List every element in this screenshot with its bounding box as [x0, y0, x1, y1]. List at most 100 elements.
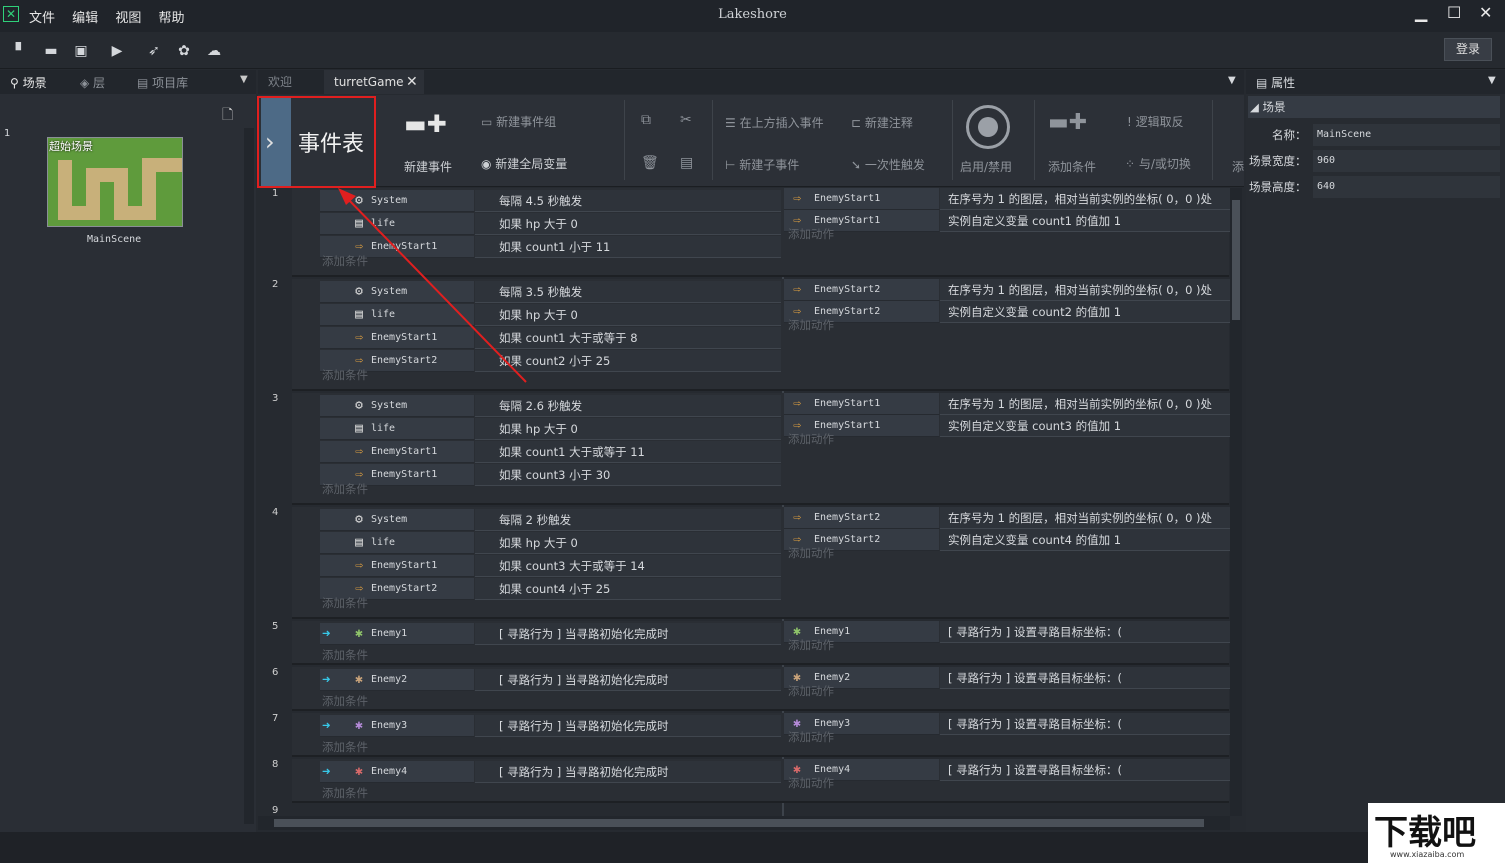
action-text[interactable]: 在序号为 1 的图层，相对当前实例的坐标( 0，0 )处 [940, 188, 1230, 210]
add-action-link[interactable]: 添加动作 [788, 775, 834, 791]
properties-section[interactable]: ◢ 场景 [1250, 99, 1286, 115]
gear-icon: ⚙ [355, 398, 363, 413]
close-button[interactable]: ✕ [1479, 3, 1492, 22]
open-folder-icon[interactable]: ▬ [42, 42, 60, 60]
add-action-link[interactable]: 添加动作 [788, 226, 834, 242]
invert-button[interactable]: ! 逻辑取反 [1127, 113, 1184, 130]
action-text[interactable]: 在序号为 1 的图层，相对当前实例的坐标( 0，0 )处 [940, 393, 1230, 415]
condition-text[interactable]: 如果 hp 大于 0 [475, 532, 781, 554]
add-condition-link[interactable]: 添加条件 [322, 595, 368, 611]
debug-icon[interactable]: ✿ [175, 42, 193, 60]
and-or-button[interactable]: ⁘ 与/或切换 [1125, 155, 1191, 172]
add-condition-button[interactable]: 添加条件 [1048, 158, 1096, 175]
tab-layers[interactable]: ◈ 层 [80, 74, 105, 91]
new-event-button[interactable]: 新建事件 [404, 158, 452, 175]
add-condition-link[interactable]: 添加条件 [322, 481, 368, 497]
add-condition-link[interactable]: 添加条件 [322, 693, 368, 709]
add-condition-link[interactable]: 添加条件 [322, 253, 368, 269]
tab-scene[interactable]: ⚲ 场景 [10, 74, 47, 91]
left-scrollbar[interactable] [244, 128, 254, 824]
action-text[interactable]: [ 寻路行为 ] 设置寻路目标坐标：( [940, 667, 1230, 689]
properties-dropdown-icon[interactable]: ▼ [1488, 75, 1496, 86]
sheet-hscrollbar[interactable] [258, 816, 1230, 830]
tab-properties[interactable]: ▤ 属性 [1256, 74, 1295, 91]
condition-text[interactable]: [ 寻路行为 ] 当寻路初始化完成时 [475, 715, 781, 737]
condition-object: ▤ life [320, 418, 474, 440]
condition-text[interactable]: 如果 count3 大于或等于 14 [475, 555, 781, 577]
add-action-link[interactable]: 添加动作 [788, 317, 834, 333]
condition-text[interactable]: 如果 count4 小于 25 [475, 578, 781, 600]
condition-text[interactable]: 如果 hp 大于 0 [475, 213, 781, 235]
cloud-upload-icon[interactable]: ☁ [205, 42, 223, 60]
condition-text[interactable]: 如果 count1 小于 11 [475, 236, 781, 258]
new-global-var-button[interactable]: ◉ 新建全局变量 [481, 155, 567, 172]
action-text[interactable]: 实例自定义变量 count4 的值加 1 [940, 529, 1230, 551]
condition-text[interactable]: 如果 count1 大于或等于 11 [475, 441, 781, 463]
new-sub-event-button[interactable]: ⊢ 新建子事件 [725, 156, 799, 173]
cut-icon[interactable]: ✂ [680, 112, 692, 128]
add-action-link[interactable]: 添加动作 [788, 637, 834, 653]
once-trigger-button[interactable]: ➘ 一次性触发 [851, 156, 925, 173]
condition-text[interactable]: 每隔 3.5 秒触发 [475, 281, 781, 303]
add-condition-link[interactable]: 添加条件 [322, 647, 368, 663]
gear-icon: ⚙ [355, 193, 363, 208]
add-action-link[interactable]: 添加动作 [788, 683, 834, 699]
condition-text[interactable]: [ 寻路行为 ] 当寻路初始化完成时 [475, 669, 781, 691]
add-condition-link[interactable]: 添加条件 [322, 367, 368, 383]
action-text[interactable]: 在序号为 1 的图层，相对当前实例的坐标( 0，0 )处 [940, 279, 1230, 301]
condition-text[interactable]: 如果 count3 小于 30 [475, 464, 781, 486]
copy-icon[interactable]: ⧉ [641, 112, 651, 128]
action-text[interactable]: 实例自定义变量 count1 的值加 1 [940, 210, 1230, 232]
action-text[interactable]: [ 寻路行为 ] 设置寻路目标坐标：( [940, 759, 1230, 781]
insert-above-button[interactable]: ☰ 在上方插入事件 [725, 114, 824, 131]
prop-name-field[interactable]: MainScene [1313, 124, 1500, 146]
tab-turretgame[interactable]: turretGame ✕ [324, 70, 424, 94]
action-text[interactable]: [ 寻路行为 ] 设置寻路目标坐标：( [940, 621, 1230, 643]
action-text[interactable]: 实例自定义变量 count3 的值加 1 [940, 415, 1230, 437]
tab-welcome[interactable]: 欢迎 [258, 70, 302, 94]
close-tab-icon[interactable]: ✕ [406, 70, 418, 94]
new-comment-button[interactable]: ⊏ 新建注释 [851, 114, 913, 131]
condition-text[interactable]: 每隔 2 秒触发 [475, 509, 781, 531]
add-condition-link[interactable]: 添加条件 [322, 739, 368, 755]
condition-text[interactable]: 如果 hp 大于 0 [475, 304, 781, 326]
new-project-icon[interactable]: ▘ [12, 42, 30, 60]
sheet-vscrollbar[interactable] [1230, 188, 1242, 816]
globe-icon: ◉ [481, 157, 496, 171]
action-text[interactable]: 实例自定义变量 count2 的值加 1 [940, 301, 1230, 323]
rocket-icon[interactable]: ➶ [145, 42, 163, 60]
condition-text[interactable]: 如果 count2 小于 25 [475, 350, 781, 372]
prop-height-field[interactable]: 640 [1313, 176, 1500, 198]
tabs-dropdown-icon[interactable]: ▼ [1228, 75, 1236, 86]
add-action-link[interactable]: 添加动作 [788, 431, 834, 447]
add-action-link[interactable]: 添加动作 [788, 729, 834, 745]
and-or-icon: ⁘ [1125, 157, 1139, 171]
add-condition-link[interactable]: 添加条件 [322, 785, 368, 801]
toggle-button[interactable]: 启用/禁用 [960, 158, 1012, 175]
event-number: 3 [272, 393, 279, 404]
condition-text[interactable]: [ 寻路行为 ] 当寻路初始化完成时 [475, 623, 781, 645]
left-tabs-dropdown-icon[interactable]: ▼ [240, 74, 248, 85]
condition-text[interactable]: [ 寻路行为 ] 当寻路初始化完成时 [475, 761, 781, 783]
condition-text[interactable]: 如果 hp 大于 0 [475, 418, 781, 440]
save-icon[interactable]: ▣ [72, 42, 90, 60]
minimize-button[interactable]: ▁ [1415, 3, 1427, 22]
action-text[interactable]: 在序号为 1 的图层，相对当前实例的坐标( 0，0 )处 [940, 507, 1230, 529]
play-icon[interactable]: ▶ [108, 42, 126, 60]
condition-text[interactable]: 每隔 2.6 秒触发 [475, 395, 781, 417]
trigger-arrow-icon: ➜ [322, 718, 331, 734]
tab-library[interactable]: ▤ 项目库 [137, 74, 188, 91]
status-bar [0, 832, 1505, 863]
ribbon-overflow-label[interactable]: 添 [1232, 158, 1244, 175]
new-scene-icon[interactable]: 🗋 [222, 104, 233, 128]
prop-width-field[interactable]: 960 [1313, 150, 1500, 172]
delete-icon[interactable]: 🗑 [641, 155, 659, 171]
login-button[interactable]: 登录 [1444, 38, 1492, 61]
add-action-link[interactable]: 添加动作 [788, 545, 834, 561]
action-text[interactable]: [ 寻路行为 ] 设置寻路目标坐标：( [940, 713, 1230, 735]
maximize-button[interactable]: ☐ [1447, 3, 1461, 22]
paste-icon[interactable]: ▤ [680, 155, 693, 171]
new-group-button[interactable]: ▭ 新建事件组 [481, 113, 556, 130]
condition-text[interactable]: 每隔 4.5 秒触发 [475, 190, 781, 212]
condition-text[interactable]: 如果 count1 大于或等于 8 [475, 327, 781, 349]
